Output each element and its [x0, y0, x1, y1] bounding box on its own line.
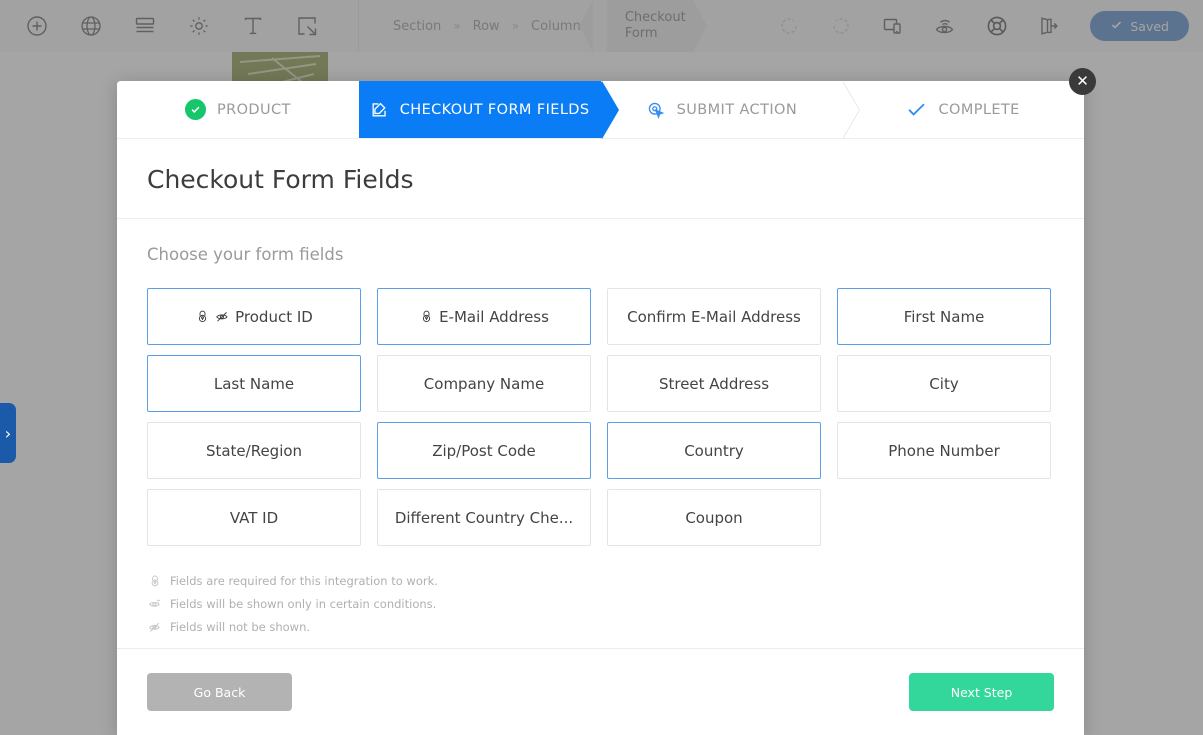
- edit-square-icon: [370, 100, 389, 119]
- step-label-checkout-form-fields: CHECKOUT FORM FIELDS: [399, 101, 590, 118]
- field-chip-label: E-Mail Address: [439, 307, 549, 326]
- field-chip[interactable]: Zip/Post Code: [377, 422, 591, 479]
- next-step-button[interactable]: Next Step: [909, 673, 1054, 711]
- eye-slash-icon: [215, 309, 230, 324]
- field-chip-label: Phone Number: [888, 441, 1000, 460]
- step-product[interactable]: PRODUCT: [117, 81, 377, 139]
- field-chip[interactable]: Phone Number: [837, 422, 1051, 479]
- step-label-complete: COMPLETE: [938, 101, 1020, 118]
- eye-icon: [147, 597, 162, 611]
- step-checkout-form-fields[interactable]: CHECKOUT FORM FIELDS: [358, 81, 619, 139]
- field-chip[interactable]: State/Region: [147, 422, 361, 479]
- field-chip-label: Product ID: [235, 307, 313, 326]
- step-label-product: PRODUCT: [216, 101, 291, 118]
- field-chip-label: Coupon: [685, 508, 743, 527]
- step-submit-action[interactable]: SUBMIT ACTION: [600, 81, 860, 139]
- close-icon: ✕: [1076, 72, 1089, 90]
- field-chip-label: VAT ID: [229, 508, 279, 527]
- field-chip-label: City: [929, 374, 959, 393]
- check-icon: [906, 99, 927, 120]
- modal-body: Choose your form fields Product ID E-Mail…: [117, 219, 1084, 634]
- legend-row: Fields will be shown only in certain con…: [147, 597, 1054, 611]
- form-fields-grid: Product ID E-Mail Address Confirm E-Mail A…: [147, 288, 1054, 546]
- lock-icon: [195, 309, 210, 324]
- step-wizard-nav: PRODUCT CHECKOUT FORM FIELDS SUBMIT ACTI…: [117, 81, 1084, 139]
- field-chip[interactable]: VAT ID: [147, 489, 361, 546]
- field-chip-label: First Name: [903, 307, 985, 326]
- field-chip[interactable]: E-Mail Address: [377, 288, 591, 345]
- step-label-submit-action: SUBMIT ACTION: [676, 101, 798, 118]
- chevron-right-icon: ›: [4, 423, 12, 443]
- lock-icon: [419, 309, 434, 324]
- field-chip-label: Last Name: [213, 374, 295, 393]
- field-chip-label: Country: [684, 441, 744, 460]
- go-back-button[interactable]: Go Back: [147, 673, 292, 711]
- modal-footer: Go Back Next Step: [117, 648, 1084, 735]
- field-chip-label: Different Country Che...: [394, 508, 574, 527]
- field-chip[interactable]: Last Name: [147, 355, 361, 412]
- field-chip[interactable]: Coupon: [607, 489, 821, 546]
- field-chip[interactable]: Confirm E-Mail Address: [607, 288, 821, 345]
- lock-icon: [147, 574, 162, 588]
- check-circle-icon: [184, 99, 206, 120]
- checkout-form-fields-modal: PRODUCT CHECKOUT FORM FIELDS SUBMIT ACTI…: [117, 81, 1084, 735]
- page-title: Checkout Form Fields: [117, 139, 1084, 219]
- field-chip-label: State/Region: [205, 441, 303, 460]
- field-chip[interactable]: Country: [607, 422, 821, 479]
- legend-row: Fields will not be shown.: [147, 620, 1054, 634]
- field-chip[interactable]: Street Address: [607, 355, 821, 412]
- legend-row: Fields are required for this integration…: [147, 574, 1054, 588]
- choose-fields-label: Choose your form fields: [147, 245, 344, 264]
- click-target-icon: [646, 100, 666, 120]
- field-chip-label: Street Address: [658, 374, 770, 393]
- legend-text: Fields are required for this integration…: [170, 574, 438, 588]
- eye-slash-icon: [147, 620, 162, 634]
- field-chip[interactable]: Different Country Che...: [377, 489, 591, 546]
- field-chip-label: Company Name: [423, 374, 545, 393]
- close-modal-button[interactable]: ✕: [1069, 68, 1096, 95]
- step-complete[interactable]: COMPLETE: [842, 81, 1084, 138]
- field-chip-label: Confirm E-Mail Address: [627, 307, 801, 326]
- legend-text: Fields will be shown only in certain con…: [170, 597, 437, 611]
- legend-text: Fields will not be shown.: [170, 620, 311, 634]
- panel-expand-tab[interactable]: ›: [0, 403, 16, 463]
- field-chip-label: Zip/Post Code: [432, 441, 536, 460]
- field-chip[interactable]: Product ID: [147, 288, 361, 345]
- builder-page: Section » Row » Column Checkout Form: [0, 0, 1203, 735]
- field-legend: Fields are required for this integration…: [147, 574, 1054, 634]
- field-chip[interactable]: First Name: [837, 288, 1051, 345]
- field-chip[interactable]: Company Name: [377, 355, 591, 412]
- field-chip[interactable]: City: [837, 355, 1051, 412]
